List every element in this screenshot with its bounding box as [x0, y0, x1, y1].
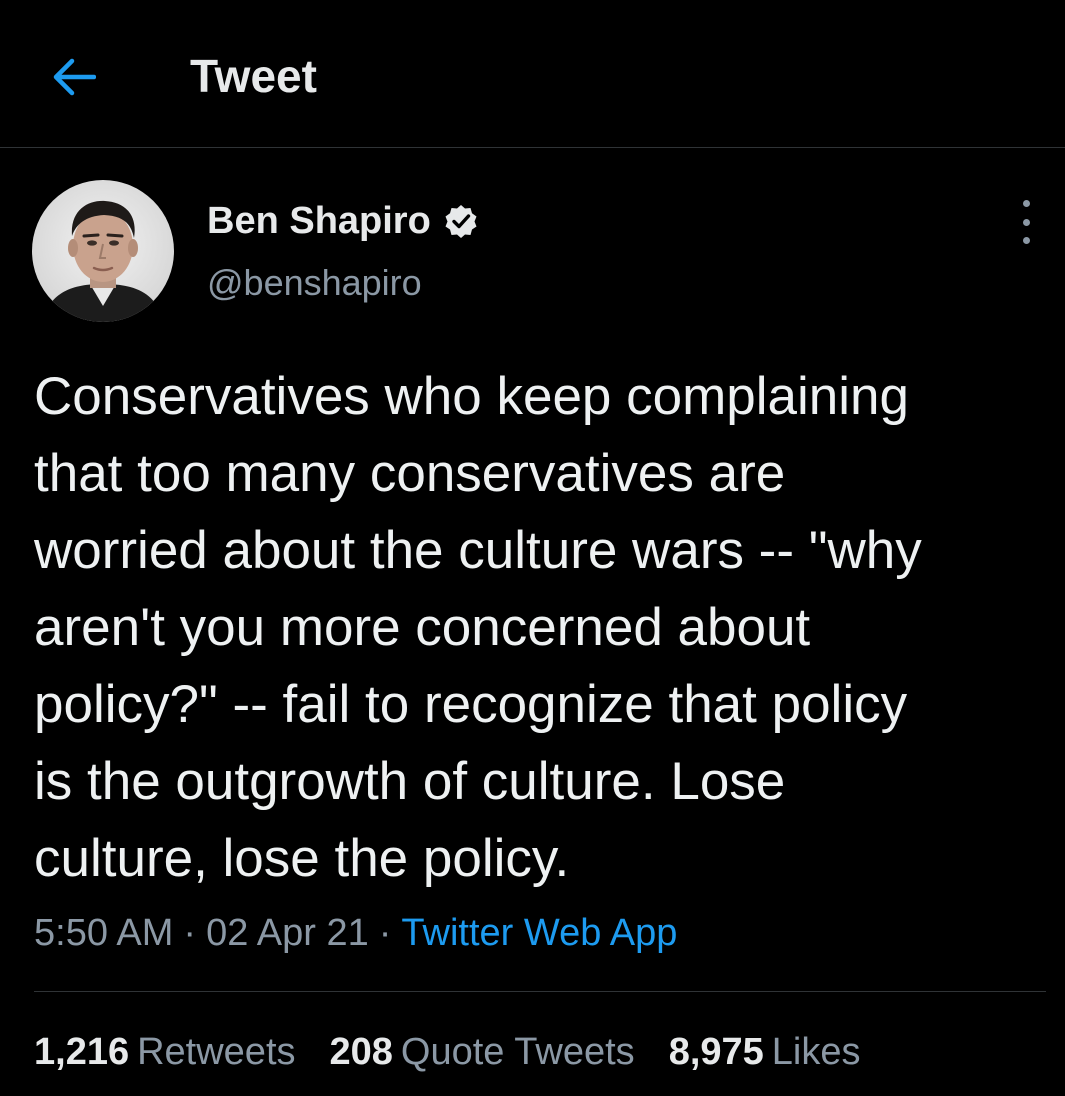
quote-tweets-count: 208: [329, 1031, 393, 1073]
more-vertical-icon-dot: [1022, 237, 1030, 244]
tweet-text-line: culture, lose the policy.: [34, 829, 570, 888]
tweet-source-link[interactable]: Twitter Web App: [401, 912, 677, 954]
profile-photo: [32, 180, 174, 322]
divider: [34, 991, 1046, 992]
avatar[interactable]: [32, 180, 174, 322]
retweets-count: 1,216: [34, 1031, 130, 1073]
likes-count: 8,975: [668, 1031, 764, 1073]
quote-tweets-stat[interactable]: 208 Quote Tweets: [330, 1027, 635, 1077]
more-vertical-icon-dot: [1022, 218, 1030, 226]
more-options-button[interactable]: [1006, 200, 1046, 244]
more-vertical-icon-dot: [1022, 200, 1030, 207]
tweet-text-line: that too many conservatives are: [34, 444, 786, 503]
likes-stat[interactable]: 8,975 Likes: [669, 1027, 861, 1077]
tweet-author: Ben Shapiro @benshapiro: [207, 196, 479, 304]
page-title: Tweet: [190, 50, 317, 102]
author-display-name[interactable]: Ben Shapiro: [207, 200, 431, 243]
separator-dot: ·: [183, 912, 197, 954]
tweet-text-line: is the outgrowth of culture. Lose: [34, 752, 786, 811]
tweet-text-line: worried about the culture wars -- "why: [34, 521, 922, 580]
author-handle[interactable]: @benshapiro: [207, 262, 479, 304]
likes-label: Likes: [771, 1031, 861, 1073]
back-button[interactable]: [44, 48, 102, 106]
tweet-text-line: policy?" -- fail to recognize that polic…: [34, 675, 908, 734]
tweet-text-line: aren't you more concerned about: [34, 598, 811, 657]
author-name-row: Ben Shapiro: [207, 196, 479, 246]
retweets-stat[interactable]: 1,216 Retweets: [34, 1027, 296, 1077]
arrow-left-icon: [53, 58, 96, 96]
tweet-text: Conservatives who keep complaining that …: [34, 358, 1044, 897]
tweet-text-line: Conservatives who keep complaining: [34, 367, 909, 426]
tweet-metadata: 5:50 AM · 02 Apr 21 · Twitter Web App: [34, 908, 677, 958]
quote-tweets-label: Quote Tweets: [400, 1031, 635, 1073]
retweets-label: Retweets: [137, 1031, 296, 1073]
separator-dot: ·: [378, 912, 392, 954]
tweet-date[interactable]: 02 Apr 21: [206, 912, 369, 954]
verified-badge-icon: [445, 205, 477, 238]
tweet-time[interactable]: 5:50 AM: [34, 912, 173, 954]
top-app-bar: Tweet: [0, 0, 1065, 148]
tweet-stats: 1,216 Retweets 208 Quote Tweets 8,975 Likes: [34, 1027, 895, 1077]
